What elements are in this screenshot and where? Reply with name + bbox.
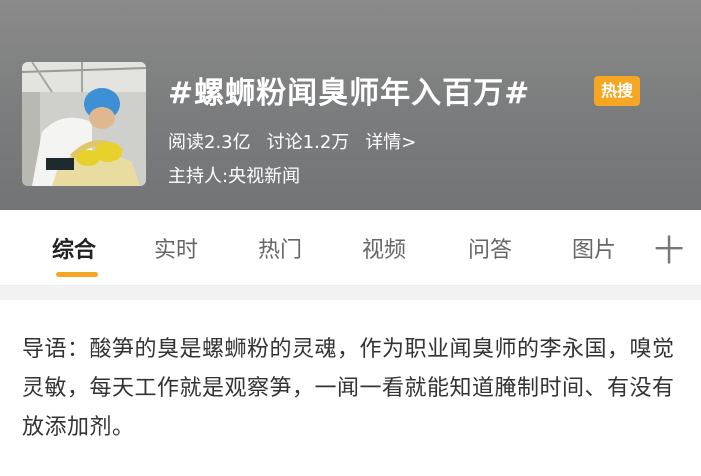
topic-header: #螺蛳粉闻臭师年入百万# 热搜 阅读2.3亿 讨论1.2万 详情> 主持人: 央… <box>0 0 701 210</box>
tab-images[interactable]: 图片 <box>572 232 620 264</box>
intro-card: 导语：酸笋的臭是螺蛳粉的灵魂，作为职业闻臭师的李永国，嗅觉灵敏，每天工作就是观察… <box>0 300 701 476</box>
tab-bar: 综合 实时 热门 视频 问答 图片 十 <box>0 210 701 286</box>
intro-text: 导语：酸笋的臭是螺蛳粉的灵魂，作为职业闻臭师的李永国，嗅觉灵敏，每天工作就是观察… <box>22 337 675 440</box>
hot-badge: 热搜 <box>594 76 640 106</box>
tab-comprehensive[interactable]: 综合 <box>52 232 96 264</box>
topic-stats: 阅读2.3亿 讨论1.2万 详情> <box>168 128 416 154</box>
worker-photo-image <box>22 62 146 186</box>
host-label: 主持人: <box>168 166 229 187</box>
tab-hot[interactable]: 热门 <box>258 232 302 264</box>
details-link[interactable]: 详情> <box>365 128 416 154</box>
topic-title: #螺蛳粉闻臭师年入百万# <box>168 76 531 111</box>
tab-images-clip: 图片 <box>572 232 620 264</box>
discussions-count: 讨论1.2万 <box>266 132 350 153</box>
tab-qa[interactable]: 问答 <box>468 232 512 264</box>
topic-host: 主持人: 央视新闻 <box>168 162 300 188</box>
tab-video[interactable]: 视频 <box>362 232 406 264</box>
tab-realtime[interactable]: 实时 <box>154 232 198 264</box>
topic-thumbnail[interactable] <box>22 62 146 186</box>
reads-count: 阅读2.3亿 <box>168 132 251 153</box>
host-name[interactable]: 央视新闻 <box>228 162 300 188</box>
add-tab-plus-icon[interactable]: 十 <box>654 226 684 270</box>
active-tab-indicator <box>56 272 98 277</box>
